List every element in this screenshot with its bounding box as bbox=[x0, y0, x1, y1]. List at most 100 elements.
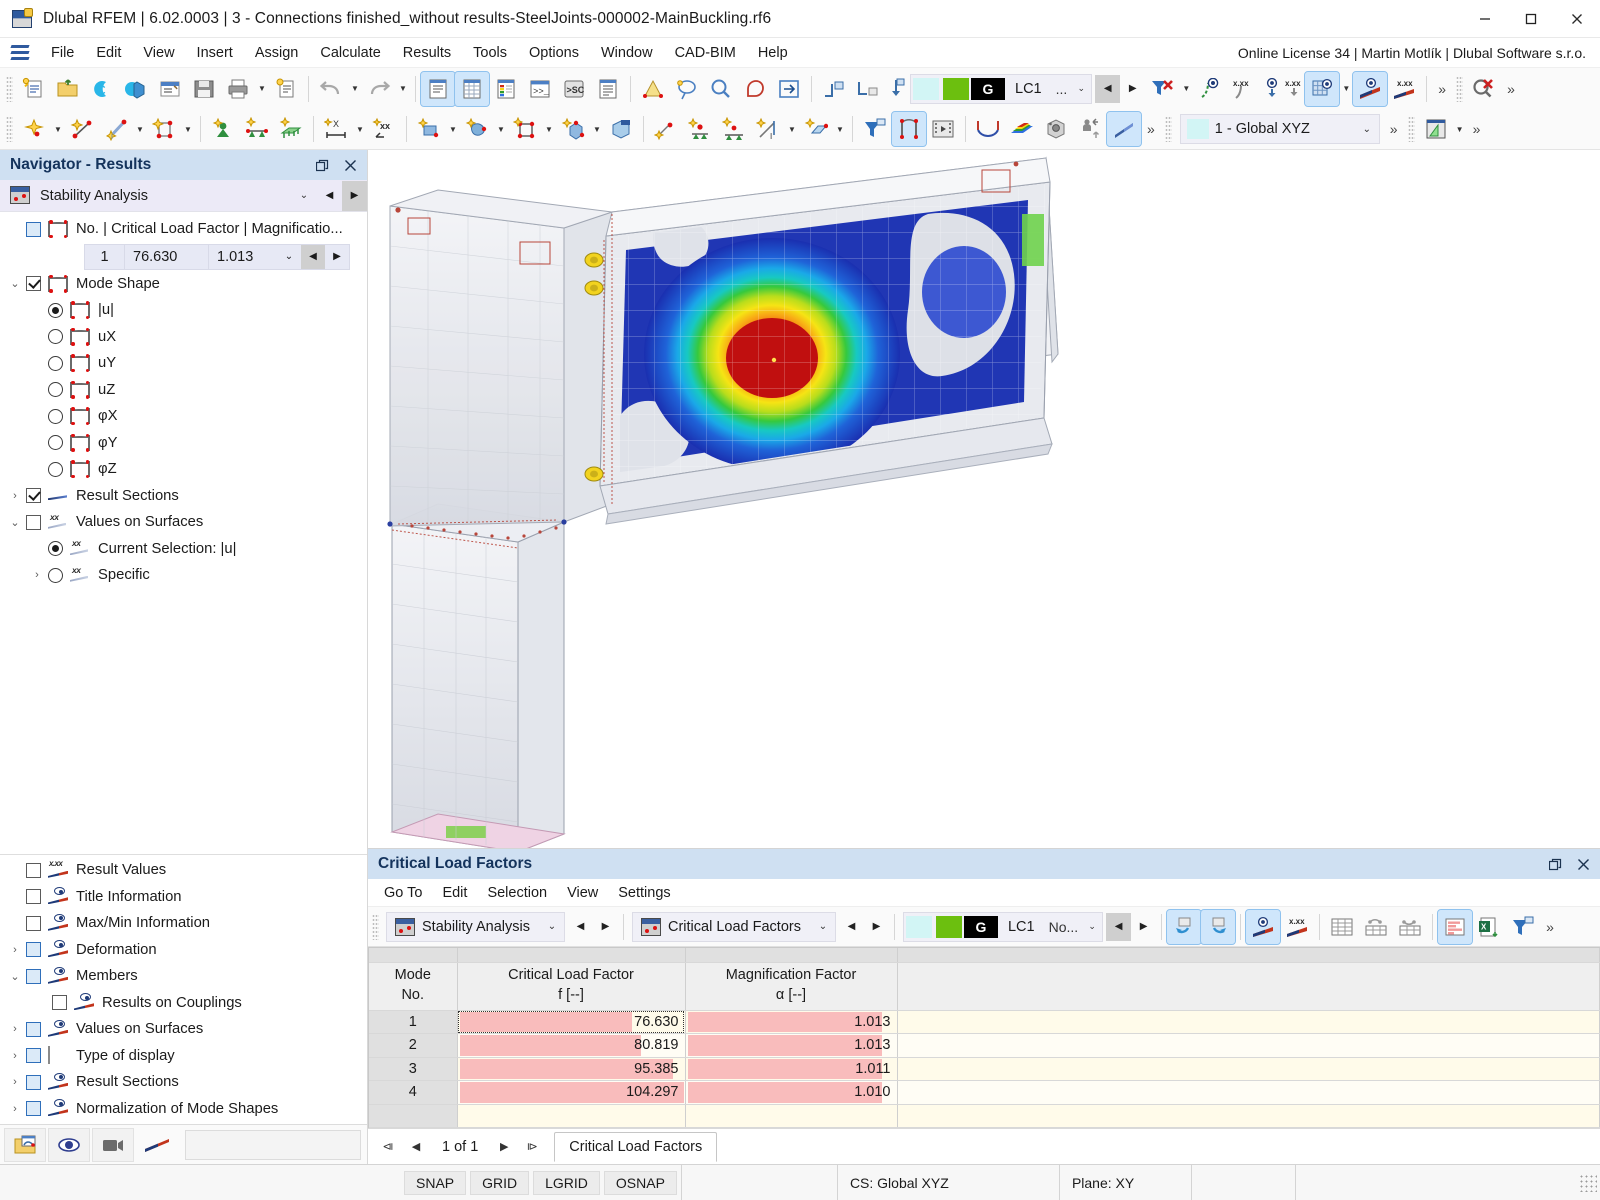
redo-table-icon[interactable] bbox=[1200, 908, 1237, 945]
cell-empty[interactable] bbox=[897, 1033, 1600, 1058]
result-ribbon-values-icon[interactable]: x.xx bbox=[1387, 72, 1421, 106]
load-case-next-button[interactable]: ▶ bbox=[1120, 75, 1145, 103]
navigator-panel-icon[interactable] bbox=[420, 70, 456, 107]
table-load-case-next-button[interactable]: ▶ bbox=[1131, 913, 1156, 941]
tree-expander-normalization[interactable]: › bbox=[4, 1103, 26, 1115]
redo-dropdown-caret[interactable]: ▼ bbox=[396, 72, 410, 106]
tree-row-maxmin-information[interactable]: Max/Min Information bbox=[0, 910, 367, 937]
table-load-case-prev-button[interactable]: ◀ bbox=[1106, 912, 1132, 941]
hide-results-icon[interactable] bbox=[851, 72, 885, 106]
table-load-case-more[interactable]: No... bbox=[1045, 919, 1083, 935]
work-plane-icon[interactable] bbox=[1419, 112, 1453, 146]
menu-options[interactable]: Options bbox=[518, 41, 590, 65]
mode-value-dropdown-icon[interactable]: ⌄ bbox=[277, 251, 301, 262]
member-hinge-icon[interactable]: I bbox=[751, 112, 785, 146]
show-results-icon[interactable] bbox=[817, 72, 851, 106]
tree-row-phiz[interactable]: φZ bbox=[0, 456, 367, 483]
new-node-icon[interactable] bbox=[17, 112, 51, 146]
navigator-module-prev-button[interactable]: ◀ bbox=[317, 181, 342, 211]
table-panel-icon[interactable] bbox=[454, 70, 490, 107]
deformation-ribbon-icon[interactable] bbox=[1352, 70, 1389, 107]
values-on-surfaces-display-checkbox[interactable] bbox=[26, 1021, 41, 1037]
menu-window[interactable]: Window bbox=[590, 41, 664, 65]
menu-cad-bim[interactable]: CAD-BIM bbox=[664, 41, 747, 65]
command-console-icon[interactable]: >>_ bbox=[523, 72, 557, 106]
radio-phiy[interactable] bbox=[48, 435, 63, 451]
model-cube-icon[interactable] bbox=[119, 72, 153, 106]
column-header-critical-load-factor[interactable]: Critical Load Factor f [--] bbox=[457, 962, 686, 1011]
table-module-next-button[interactable]: ▶ bbox=[593, 913, 618, 941]
table-menu-selection[interactable]: Selection bbox=[477, 882, 557, 904]
render-model-icon[interactable] bbox=[636, 72, 670, 106]
annotation-icon[interactable]: xx bbox=[367, 112, 401, 146]
table-filter-icon[interactable] bbox=[1506, 910, 1540, 944]
status-snap-button[interactable]: SNAP bbox=[404, 1170, 467, 1195]
print-icon[interactable] bbox=[221, 72, 255, 106]
toolbar-overflow-icon[interactable]: » bbox=[1501, 81, 1521, 97]
diagram-icon[interactable] bbox=[971, 112, 1005, 146]
undo-icon[interactable] bbox=[314, 72, 348, 106]
table-full-grid-icon[interactable] bbox=[1325, 910, 1359, 944]
result-values-icon[interactable]: x.xx bbox=[1227, 72, 1261, 106]
redo-icon[interactable] bbox=[362, 72, 396, 106]
tree-expander-mode-shape[interactable]: ⌄ bbox=[4, 277, 26, 290]
undo-dropdown-caret[interactable]: ▼ bbox=[348, 72, 362, 106]
navigator-close-icon[interactable] bbox=[337, 153, 363, 177]
status-osnap-button[interactable]: OSNAP bbox=[603, 1170, 677, 1195]
cell-empty[interactable] bbox=[897, 1080, 1600, 1105]
pager-next-button[interactable]: ▶ bbox=[490, 1133, 518, 1161]
select-lasso-icon[interactable] bbox=[670, 72, 704, 106]
deformed-member-icon[interactable] bbox=[891, 111, 927, 147]
load-case-more[interactable]: ... bbox=[1052, 81, 1072, 97]
cell-magnification-factor[interactable] bbox=[685, 1104, 898, 1128]
menu-calculate[interactable]: Calculate bbox=[309, 41, 391, 65]
toolbar-overflow-icon[interactable]: » bbox=[1467, 121, 1487, 137]
visibility-eye-icon[interactable] bbox=[48, 1127, 90, 1162]
open-folder-icon[interactable] bbox=[51, 72, 85, 106]
new-model-icon[interactable] bbox=[17, 72, 51, 106]
menu-assign[interactable]: Assign bbox=[244, 41, 310, 65]
cell-empty[interactable] bbox=[897, 1057, 1600, 1081]
table-restore-icon[interactable] bbox=[1542, 852, 1568, 876]
tree-row-values-on-surfaces-display[interactable]: › Values on Surfaces bbox=[0, 1016, 367, 1043]
undo-table-icon[interactable] bbox=[1166, 908, 1203, 945]
surface-support-icon[interactable] bbox=[274, 112, 308, 146]
cell-critical-load-factor[interactable] bbox=[457, 1104, 686, 1128]
menu-results[interactable]: Results bbox=[392, 41, 462, 65]
table-type-prev-button[interactable]: ◀ bbox=[839, 913, 864, 941]
navigator-module-selector[interactable]: Stability Analysis ⌄ ◀ ▶ bbox=[0, 180, 367, 212]
menu-tools[interactable]: Tools bbox=[462, 41, 518, 65]
animation-icon[interactable] bbox=[926, 112, 960, 146]
toolbar-overflow-icon[interactable]: » bbox=[1141, 121, 1161, 137]
surface-dropdown-caret[interactable]: ▼ bbox=[181, 112, 195, 146]
load-case-dropdown-icon[interactable]: ⌄ bbox=[1071, 83, 1091, 94]
table-menu-view[interactable]: View bbox=[557, 882, 608, 904]
filter-delete-icon[interactable] bbox=[1145, 72, 1179, 106]
results-grid[interactable]: Mode No. Critical Load Factor f [--] Mag… bbox=[368, 947, 1600, 1128]
tree-expander-values-surfaces[interactable]: › bbox=[4, 1023, 26, 1035]
toolbar-grip[interactable] bbox=[6, 116, 13, 142]
visibility-mode-icon[interactable] bbox=[1073, 112, 1107, 146]
tree-row-result-sections[interactable]: › Result Sections bbox=[0, 483, 367, 510]
column-header-magnification-factor[interactable]: Magnification Factor α [--] bbox=[685, 962, 898, 1011]
radio-uy[interactable] bbox=[48, 355, 63, 371]
toolbar-grip[interactable] bbox=[6, 75, 13, 102]
member-hinge-caret[interactable]: ▼ bbox=[785, 112, 799, 146]
result-values-down-icon[interactable]: x.xx bbox=[1283, 72, 1305, 106]
tree-expander-type-display[interactable]: › bbox=[4, 1050, 26, 1062]
column-header-mode[interactable]: Mode No. bbox=[369, 962, 458, 1011]
radio-phiz[interactable] bbox=[48, 461, 63, 477]
line-hinge-icon[interactable] bbox=[717, 112, 751, 146]
table-module-selector[interactable]: Stability Analysis ⌄ bbox=[386, 911, 565, 942]
column-header-empty[interactable] bbox=[897, 962, 1600, 1011]
cloud-icon[interactable]: C bbox=[85, 72, 119, 106]
toolbar-grip[interactable] bbox=[1164, 116, 1172, 142]
new-line-icon[interactable] bbox=[65, 112, 99, 146]
pager-prev-button[interactable]: ◀ bbox=[402, 1133, 430, 1161]
zoom-icon[interactable] bbox=[704, 72, 738, 106]
tree-row-phiy[interactable]: φY bbox=[0, 430, 367, 457]
nodal-support-icon[interactable] bbox=[206, 112, 240, 146]
new-surface-icon[interactable] bbox=[147, 112, 181, 146]
cell-empty[interactable] bbox=[897, 1010, 1600, 1034]
menu-edit[interactable]: Edit bbox=[85, 41, 132, 65]
